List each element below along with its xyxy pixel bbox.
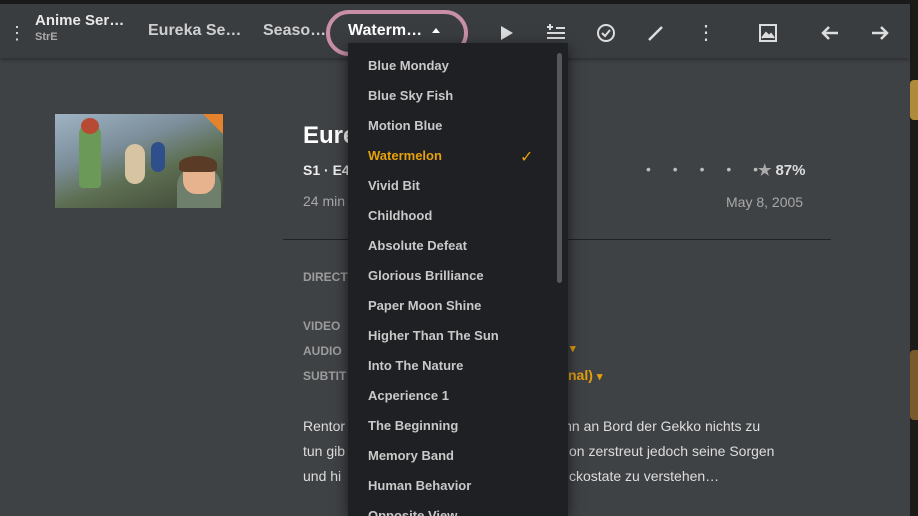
more-vertical-icon[interactable]: ⋮ [694,21,718,45]
dropdown-item[interactable]: Blue Sky Fish [368,81,548,111]
window-edge [910,0,918,516]
summary-fragment: on zerstreut jedoch seine Sorgen [569,443,775,459]
dropdown-item[interactable]: Acperience 1 [368,381,548,411]
dropdown-item[interactable]: Into The Nature [368,351,548,381]
dropdown-item[interactable]: Absolute Defeat [368,231,548,261]
dropdown-scrollbar[interactable] [557,53,562,283]
dropdown-item[interactable]: Motion Blue [368,111,548,141]
user-rating-dots[interactable]: • • • • • [646,161,767,177]
summary-fragment: ihn an Bord der Gekko nichts zu [561,418,761,434]
thumbnail-figure [125,144,145,184]
dropdown-item[interactable]: Human Behavior [368,471,548,501]
episode-duration: 24 min [303,193,346,209]
edge-decoration [910,350,918,420]
dropdown-item[interactable]: Vivid Bit [368,171,548,201]
image-icon[interactable] [756,21,780,45]
dropdown-item[interactable]: Glorious Brilliance [368,261,548,291]
add-to-queue-icon[interactable] [544,21,568,45]
episode-number: S1 · E4 [303,162,350,178]
thumbnail-figure [81,118,99,134]
rating-value: 87% [775,162,806,179]
summary-fragment: und hi [303,468,342,484]
play-icon[interactable] [494,21,518,45]
dropdown-item[interactable]: Memory Band [368,441,548,471]
subtitles-label: SUBTIT [303,369,347,383]
arrow-left-icon[interactable] [818,21,842,45]
pencil-icon[interactable] [644,21,668,45]
dropdown-item[interactable]: The Beginning [368,411,548,441]
summary-fragment: Rentor [303,418,346,434]
breadcrumb-show[interactable]: Eureka Se… [148,22,241,40]
air-date: May 8, 2005 [726,194,804,210]
server-name: StrE [35,31,58,43]
summary-fragment: ckostate zu verstehen… [569,468,720,484]
audio-label: AUDIO [303,344,342,358]
unwatched-corner-badge [203,114,223,134]
check-circle-icon[interactable] [594,21,618,45]
breadcrumb-library[interactable]: Anime Ser… StrE [35,12,124,43]
dropdown-item[interactable]: Childhood [368,201,548,231]
subtitles-caret-icon: ▾ [596,371,603,383]
library-title: Anime Ser… [35,12,125,29]
breadcrumb-season[interactable]: Seaso… [263,22,326,40]
audio-caret-icon[interactable]: ▾ [570,342,576,355]
dropdown-item[interactable]: Paper Moon Shine [368,291,548,321]
episode-thumbnail[interactable] [55,114,223,208]
summary-fragment: tun gib [303,443,346,459]
director-label: DIRECT [303,270,348,284]
video-label: VIDEO [303,319,341,333]
episode-dropdown-menu: Blue Monday Blue Sky Fish Motion Blue Wa… [348,43,568,516]
star-icon: ★ [758,162,772,179]
dropdown-item[interactable]: Blue Monday [368,51,548,81]
more-vertical-icon[interactable]: ⋮ [8,22,26,44]
subtitles-selector[interactable]: nal) ▾ [568,367,602,383]
subtitles-value: nal) [568,367,593,383]
dropdown-item[interactable]: Higher Than The Sun [368,321,548,351]
thumbnail-figure [151,142,165,172]
dropdown-item[interactable]: Opposite View [368,501,548,516]
critic-rating: ★ 87% [758,161,805,179]
thumbnail-figure [179,156,217,172]
arrow-right-icon[interactable] [868,21,892,45]
checkmark-icon: ✓ [520,149,534,166]
edge-decoration [910,80,918,120]
